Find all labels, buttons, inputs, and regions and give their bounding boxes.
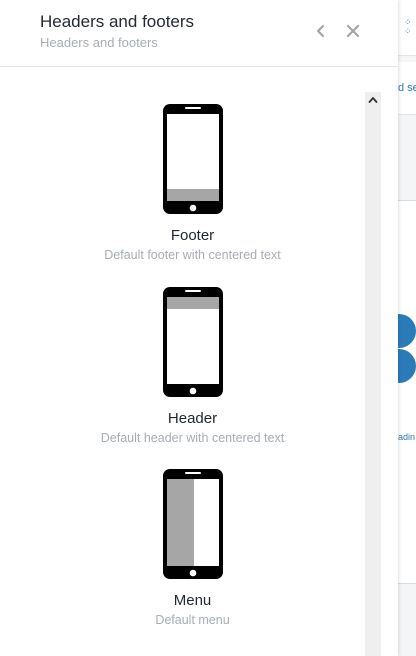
- option-menu-label: Menu: [173, 592, 212, 609]
- chevron-left-icon: [316, 24, 325, 38]
- page: ⁘ ⁘ d se adin Headers and footers Headers…: [0, 0, 416, 656]
- option-header[interactable]: Header Default header with centered text: [0, 286, 385, 445]
- back-button[interactable]: [311, 22, 331, 42]
- option-header-description: Default header with centered text: [100, 431, 285, 445]
- phone-footer-icon: [162, 103, 224, 215]
- background-band-text[interactable]: d se: [398, 82, 416, 94]
- background-card: [398, 200, 416, 584]
- background-card-text: adin: [398, 432, 416, 442]
- phone-menu-icon: [162, 468, 224, 580]
- option-footer-description: Default footer with centered text: [104, 248, 281, 262]
- grid-icon[interactable]: ⁘ ⁘: [404, 18, 416, 36]
- background-band: d se: [398, 62, 416, 115]
- panel-breadcrumb: Headers and footers: [40, 35, 158, 50]
- phone-header-icon: [162, 286, 224, 398]
- option-footer[interactable]: Footer Default footer with centered text: [0, 103, 385, 262]
- headers-footers-panel: Headers and footers Headers and footers: [0, 0, 398, 656]
- option-footer-label: Footer: [170, 227, 215, 244]
- option-header-label: Header: [167, 410, 218, 427]
- close-button[interactable]: [343, 22, 363, 42]
- panel-content: Footer Default footer with centered text…: [0, 67, 398, 656]
- panel-header: Headers and footers Headers and footers: [0, 0, 398, 67]
- close-icon: [346, 24, 360, 38]
- option-menu[interactable]: Menu Default menu: [0, 468, 385, 627]
- background-toolbar: ⁘ ⁘: [398, 0, 416, 56]
- option-menu-description: Default menu: [155, 613, 230, 627]
- panel-title: Headers and footers: [40, 12, 195, 31]
- background-app: ⁘ ⁘ d se adin: [398, 0, 416, 656]
